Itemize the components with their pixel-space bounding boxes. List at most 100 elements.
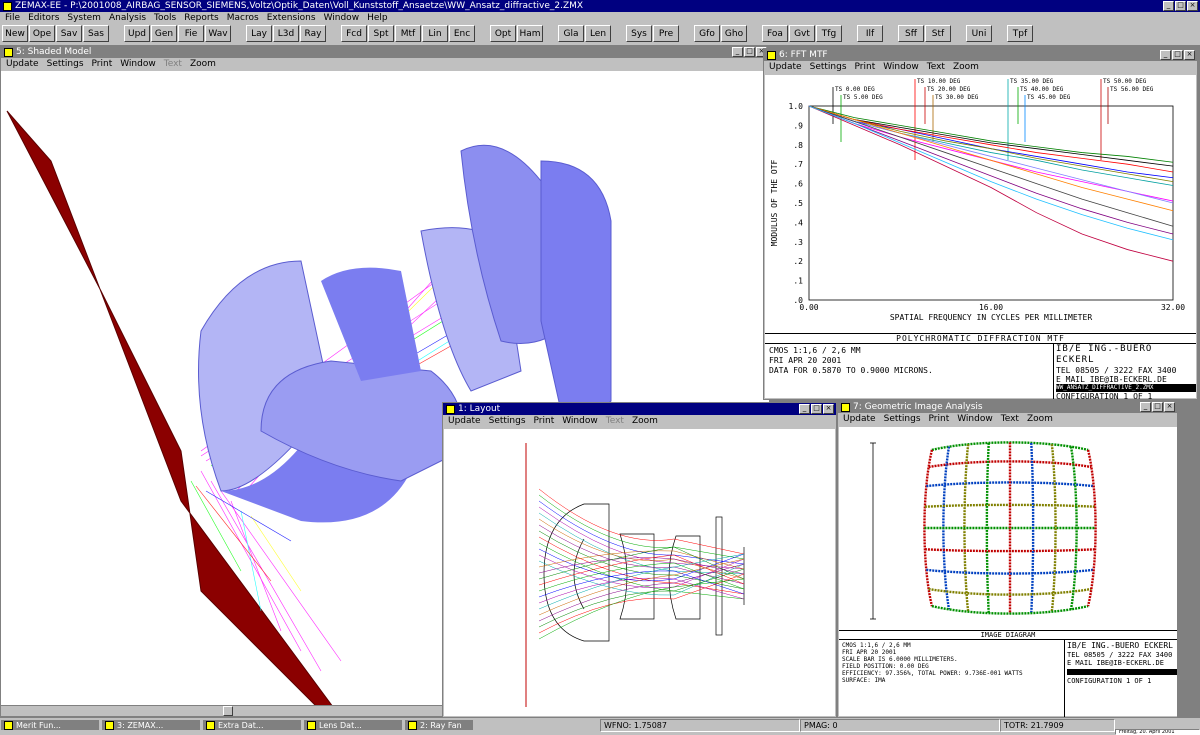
toolbar-button-pre[interactable]: Pre — [653, 25, 679, 42]
maximize-icon[interactable]: □ — [1172, 50, 1183, 60]
toolbar-button-fcd[interactable]: Fcd — [341, 25, 367, 42]
toolbar-button-ray[interactable]: Ray — [300, 25, 326, 42]
menu-print[interactable]: Print — [89, 59, 118, 69]
menu-text[interactable]: Text — [603, 416, 629, 426]
menu-zoom[interactable]: Zoom — [950, 62, 984, 72]
toolbar-button-lay[interactable]: Lay — [246, 25, 272, 42]
toolbar-button-gen[interactable]: Gen — [151, 25, 177, 42]
toolbar-button-gvt[interactable]: Gvt — [789, 25, 815, 42]
toolbar-button-sys[interactable]: Sys — [626, 25, 652, 42]
toolbar-button-tpf[interactable]: Tpf — [1007, 25, 1033, 42]
close-icon[interactable]: × — [823, 404, 834, 414]
menu-update[interactable]: Update — [840, 414, 881, 424]
toolbar-button-opt[interactable]: Opt — [490, 25, 516, 42]
scrollbar-thumb[interactable] — [223, 706, 233, 716]
menu-macros[interactable]: Macros — [224, 13, 264, 23]
layout-titlebar[interactable]: 1: Layout _ □ × — [443, 403, 836, 415]
menu-zoom[interactable]: Zoom — [187, 59, 221, 69]
menu-settings[interactable]: Settings — [881, 414, 926, 424]
minimize-icon[interactable]: _ — [1163, 1, 1174, 11]
menu-extensions[interactable]: Extensions — [264, 13, 321, 23]
menu-text[interactable]: Text — [161, 59, 187, 69]
toolbar-button-uni[interactable]: Uni — [966, 25, 992, 42]
mtf-titlebar[interactable]: 6: FFT MTF _ □ × — [764, 49, 1197, 61]
menu-window[interactable]: Window — [880, 62, 924, 72]
company-name: IB/E ING.-BUERO ECKERL — [1056, 344, 1153, 365]
minimize-icon[interactable]: _ — [1140, 402, 1151, 412]
menu-zoom[interactable]: Zoom — [1024, 414, 1058, 424]
menu-settings[interactable]: Settings — [486, 416, 531, 426]
close-icon[interactable]: × — [1184, 50, 1195, 60]
toolbar-button-ilf[interactable]: Ilf — [857, 25, 883, 42]
menu-print[interactable]: Print — [926, 414, 955, 424]
toolbar-button-wav[interactable]: Wav — [205, 25, 231, 42]
menu-help[interactable]: Help — [364, 13, 393, 23]
menu-text[interactable]: Text — [924, 62, 950, 72]
toolbar-button-foa[interactable]: Foa — [762, 25, 788, 42]
layout-title: 1: Layout — [458, 404, 501, 414]
info-line: DATA FOR 0.5870 TO 0.9000 MICRONS. — [769, 366, 933, 375]
menu-window[interactable]: Window — [954, 414, 998, 424]
minimized-extra-data[interactable]: Extra Dat... — [202, 719, 302, 731]
toolbar-button-sff[interactable]: Sff — [898, 25, 924, 42]
menu-settings[interactable]: Settings — [44, 59, 89, 69]
gia-titlebar[interactable]: 7: Geometric Image Analysis _ □ × — [838, 401, 1177, 413]
toolbar-button-gho[interactable]: Gho — [721, 25, 747, 42]
toolbar-button-l3d[interactable]: L3d — [273, 25, 299, 42]
minimized-lens-data[interactable]: Lens Dat... — [303, 719, 403, 731]
y-tick-label: .5 — [793, 199, 803, 208]
shaded-model-titlebar[interactable]: 5: Shaded Model _ □ × — [1, 46, 769, 58]
toolbar-button-sav[interactable]: Sav — [56, 25, 82, 42]
menu-analysis[interactable]: Analysis — [106, 13, 151, 23]
toolbar-button-gfo[interactable]: Gfo — [694, 25, 720, 42]
menu-window[interactable]: Window — [321, 13, 365, 23]
toolbar-button-tfg[interactable]: Tfg — [816, 25, 842, 42]
toolbar-button-spt[interactable]: Spt — [368, 25, 394, 42]
maximize-icon[interactable]: □ — [1152, 402, 1163, 412]
menu-text[interactable]: Text — [998, 414, 1024, 424]
toolbar-button-enc[interactable]: Enc — [449, 25, 475, 42]
toolbar-button-ham[interactable]: Ham — [517, 25, 543, 42]
menu-tools[interactable]: Tools — [151, 13, 181, 23]
menu-editors[interactable]: Editors — [25, 13, 64, 23]
menu-update[interactable]: Update — [766, 62, 807, 72]
menu-print[interactable]: Print — [852, 62, 881, 72]
menu-settings[interactable]: Settings — [807, 62, 852, 72]
maximize-icon[interactable]: □ — [744, 47, 755, 57]
toolbar-button-ope[interactable]: Ope — [29, 25, 55, 42]
mtf-series-line — [808, 105, 1174, 167]
maximize-icon[interactable]: □ — [1175, 1, 1186, 11]
minimized-zemax[interactable]: 3: ZEMAX... — [101, 719, 201, 731]
menu-window[interactable]: Window — [559, 416, 603, 426]
toolbar-button-gla[interactable]: Gla — [558, 25, 584, 42]
toolbar-button-upd[interactable]: Upd — [124, 25, 150, 42]
menu-reports[interactable]: Reports — [181, 13, 224, 23]
toolbar-button-sas[interactable]: Sas — [83, 25, 109, 42]
toolbar-button-len[interactable]: Len — [585, 25, 611, 42]
ray-path — [538, 553, 745, 610]
menu-system[interactable]: System — [64, 13, 106, 23]
minimize-icon[interactable]: _ — [1160, 50, 1171, 60]
minimize-icon[interactable]: _ — [732, 47, 743, 57]
menu-file[interactable]: File — [2, 13, 25, 23]
close-icon[interactable]: × — [1187, 1, 1198, 11]
menu-zoom[interactable]: Zoom — [629, 416, 663, 426]
toolbar-button-lin[interactable]: Lin — [422, 25, 448, 42]
menu-update[interactable]: Update — [445, 416, 486, 426]
toolbar-button-mtf[interactable]: Mtf — [395, 25, 421, 42]
toolbar-button-stf[interactable]: Stf — [925, 25, 951, 42]
menu-print[interactable]: Print — [531, 416, 560, 426]
minimized-merit-function[interactable]: Merit Fun... — [0, 719, 100, 731]
toolbar-button-new[interactable]: New — [2, 25, 28, 42]
maximize-icon[interactable]: □ — [811, 404, 822, 414]
gia-caption: IMAGE DIAGRAM — [839, 631, 1177, 640]
info-line: FIELD POSITION: 0.00 DEG — [842, 663, 929, 670]
close-icon[interactable]: × — [1164, 402, 1175, 412]
toolbar-button-fie[interactable]: Fie — [178, 25, 204, 42]
menu-window[interactable]: Window — [117, 59, 161, 69]
grid-row-line — [931, 604, 1089, 615]
lens-6 — [540, 160, 612, 415]
menu-update[interactable]: Update — [3, 59, 44, 69]
minimize-icon[interactable]: _ — [799, 404, 810, 414]
minimized-ray-fan[interactable]: 2: Ray Fan — [404, 719, 474, 731]
